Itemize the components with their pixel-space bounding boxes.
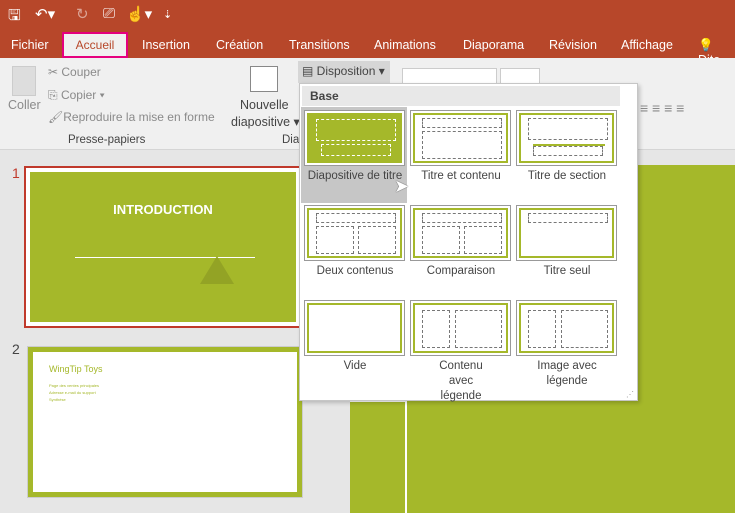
present-icon[interactable]: ⎚ bbox=[103, 5, 115, 22]
slide-title: INTRODUCTION bbox=[113, 202, 213, 217]
paste-button[interactable]: Coller bbox=[8, 98, 41, 112]
layout-section-header[interactable] bbox=[516, 110, 617, 166]
slides-group-label: Dia bbox=[282, 134, 300, 146]
layout-content-caption[interactable] bbox=[410, 300, 511, 356]
layout-title-content[interactable] bbox=[410, 110, 511, 166]
cut-button[interactable]: ✂ Couper bbox=[48, 65, 101, 79]
layout-two-content[interactable] bbox=[304, 205, 405, 261]
bullet-list: Page des ventes principales Adresse e-ma… bbox=[49, 382, 281, 403]
layout-button[interactable]: ▤ Disposition ▾ bbox=[298, 61, 390, 83]
tab-revision[interactable]: Révision bbox=[549, 38, 597, 52]
customize-icon[interactable]: ⇣ bbox=[163, 8, 172, 21]
format-painter-button[interactable]: 🖌Reproduire la mise en forme bbox=[48, 110, 215, 124]
new-slide-button[interactable]: diapositive ▾ bbox=[231, 114, 300, 129]
new-slide-icon bbox=[250, 66, 278, 92]
title-bar: 🖫 ↶▾ ↻ ⎚ ☝▾ ⇣ bbox=[0, 0, 735, 30]
layout-title-slide[interactable] bbox=[304, 110, 405, 166]
scissors-icon: ✂ bbox=[48, 65, 62, 79]
slide-thumbnail-2[interactable]: WingTip Toys Page des ventes principales… bbox=[27, 346, 303, 498]
bullet: Adresse e-mail du support bbox=[49, 390, 96, 395]
layout-label: Image avec légende bbox=[537, 360, 597, 387]
tab-animations[interactable]: Animations bbox=[374, 38, 436, 52]
touch-mode-icon[interactable]: ☝▾ bbox=[126, 5, 152, 23]
save-icon[interactable]: 🖫 bbox=[8, 5, 21, 30]
layout-blank[interactable] bbox=[304, 300, 405, 356]
tab-transitions[interactable]: Transitions bbox=[289, 38, 350, 52]
tab-fichier[interactable]: Fichier bbox=[11, 38, 49, 52]
slide-thumbnail-1[interactable]: INTRODUCTION bbox=[24, 166, 302, 328]
redo-icon[interactable]: ↻ bbox=[76, 5, 89, 23]
layout-label: Titre seul bbox=[543, 265, 591, 277]
layout-icon: ▤ bbox=[302, 64, 317, 78]
layout-picture-caption[interactable] bbox=[516, 300, 617, 356]
new-slide-label[interactable]: Nouvelle bbox=[240, 98, 289, 112]
mouse-cursor-icon: ➤ bbox=[394, 176, 410, 196]
clipboard-icon bbox=[12, 66, 36, 96]
layout-label: Titre et contenu bbox=[421, 170, 501, 182]
copy-button[interactable]: ⎘ Copier ▾ bbox=[48, 88, 105, 103]
layout-title-only[interactable] bbox=[516, 205, 617, 261]
layout-label: Comparaison bbox=[426, 265, 496, 277]
layout-dropdown: Base Diapositive de titre Titre et conte… bbox=[299, 83, 638, 402]
layout-label: Contenu avec légende bbox=[439, 360, 483, 402]
align-icons[interactable]: ≡ ≡ ≡ ≡ bbox=[640, 100, 684, 116]
slide-title: WingTip Toys bbox=[49, 364, 103, 374]
tab-diaporama[interactable]: Diaporama bbox=[463, 38, 524, 52]
section-header: Base bbox=[302, 86, 620, 106]
clipboard-group-label: Presse-papiers bbox=[68, 134, 146, 146]
tab-accueil[interactable]: Accueil bbox=[62, 32, 128, 58]
copy-icon: ⎘ bbox=[48, 88, 61, 102]
undo-icon[interactable]: ↶▾ bbox=[35, 5, 55, 23]
slide-number: 1 bbox=[12, 165, 20, 181]
tab-affichage[interactable]: Affichage bbox=[621, 38, 673, 52]
layout-label: Vide bbox=[343, 360, 367, 372]
bullet: Page des ventes principales bbox=[49, 383, 100, 388]
triangle-shape bbox=[200, 256, 234, 284]
brush-icon: 🖌 bbox=[48, 110, 64, 124]
lightbulb-icon: 💡 bbox=[698, 38, 714, 52]
layout-label: Titre de section bbox=[527, 170, 607, 182]
layout-label: Deux contenus bbox=[316, 265, 394, 277]
bullet: Synthèse bbox=[49, 397, 66, 402]
tab-insertion[interactable]: Insertion bbox=[142, 38, 190, 52]
layout-comparison[interactable] bbox=[410, 205, 511, 261]
tab-creation[interactable]: Création bbox=[216, 38, 263, 52]
slide-number: 2 bbox=[12, 341, 20, 357]
resize-grip-icon[interactable]: ⋰ bbox=[626, 390, 634, 399]
slide-thumbnails-pane[interactable]: 1 INTRODUCTION 2 WingTip Toys Page des v… bbox=[0, 151, 325, 513]
ribbon-tabs: Fichier Accueil Insertion Création Trans… bbox=[0, 30, 735, 67]
